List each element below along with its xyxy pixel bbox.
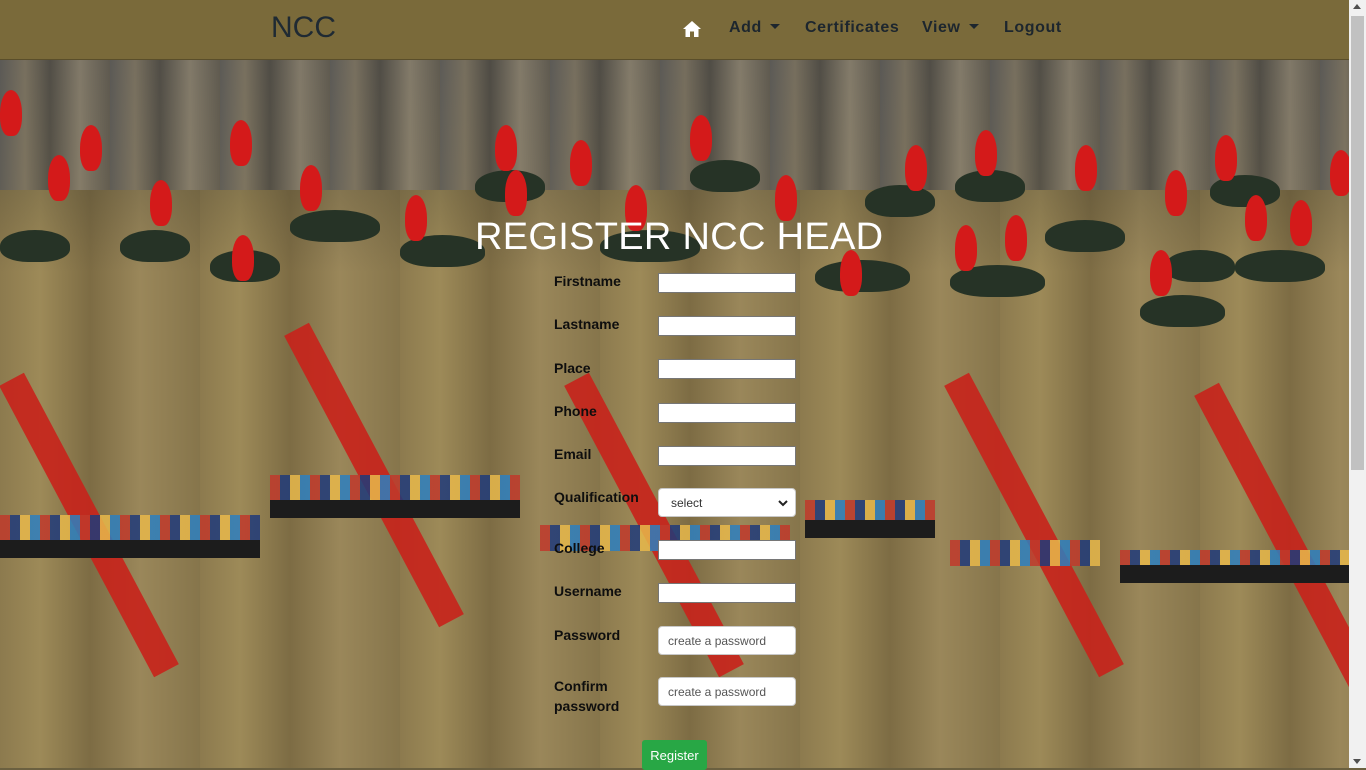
plume bbox=[230, 120, 252, 166]
belt bbox=[270, 475, 520, 501]
beret bbox=[0, 230, 70, 262]
black-belt bbox=[805, 520, 935, 538]
nav-certificates[interactable]: Certificates bbox=[805, 19, 899, 37]
plume bbox=[1150, 250, 1172, 296]
red-sash bbox=[944, 372, 1124, 678]
confirm-password-field[interactable] bbox=[658, 677, 796, 706]
chevron-down-icon bbox=[769, 24, 780, 29]
password-label: Password bbox=[554, 627, 621, 643]
qualification-select[interactable]: select bbox=[658, 488, 796, 517]
email-label: Email bbox=[554, 446, 592, 462]
beret bbox=[1045, 220, 1125, 252]
qualification-label: Qualification bbox=[554, 489, 639, 505]
beret bbox=[815, 260, 910, 292]
firstname-field[interactable] bbox=[658, 273, 796, 293]
plume bbox=[300, 165, 322, 211]
scrollbar-thumb[interactable] bbox=[1351, 16, 1364, 470]
home-icon bbox=[683, 21, 701, 37]
plume bbox=[48, 155, 70, 201]
beret bbox=[1165, 250, 1235, 282]
nav-logout[interactable]: Logout bbox=[1004, 19, 1062, 37]
plume bbox=[80, 125, 102, 171]
scroll-up-icon[interactable] bbox=[1353, 4, 1361, 9]
nav-add-label: Add bbox=[729, 19, 762, 36]
black-belt bbox=[270, 500, 520, 518]
chevron-down-icon bbox=[968, 24, 979, 29]
plume bbox=[975, 130, 997, 176]
plume bbox=[495, 125, 517, 171]
plume bbox=[905, 145, 927, 191]
nav-view-label: View bbox=[922, 19, 961, 36]
lastname-label: Lastname bbox=[554, 316, 620, 332]
beret bbox=[690, 160, 760, 192]
plume bbox=[1290, 200, 1312, 246]
plume bbox=[955, 225, 977, 271]
plume bbox=[150, 180, 172, 226]
red-sash bbox=[1194, 382, 1349, 688]
beret bbox=[865, 185, 935, 217]
beret bbox=[1140, 295, 1225, 327]
plume bbox=[1245, 195, 1267, 241]
top-navbar: NCC Add Certificates View Logout bbox=[0, 0, 1349, 60]
nav-view-dropdown[interactable]: View bbox=[922, 19, 979, 37]
phone-field[interactable] bbox=[658, 403, 796, 423]
plume bbox=[570, 140, 592, 186]
page-title: REGISTER NCC HEAD bbox=[475, 216, 884, 258]
qualification-selected-value: select bbox=[671, 496, 703, 510]
username-label: Username bbox=[554, 583, 622, 599]
email-field[interactable] bbox=[658, 446, 796, 466]
page-scrollbar[interactable] bbox=[1349, 0, 1366, 768]
belt bbox=[0, 515, 260, 541]
nav-add-dropdown[interactable]: Add bbox=[729, 19, 780, 37]
plume bbox=[232, 235, 254, 281]
register-button[interactable]: Register bbox=[642, 740, 707, 770]
confirm-password-label-line1: Confirm bbox=[554, 678, 608, 694]
beret bbox=[120, 230, 190, 262]
plume bbox=[1165, 170, 1187, 216]
phone-label: Phone bbox=[554, 403, 597, 419]
chevron-down-icon bbox=[778, 500, 788, 507]
plume bbox=[0, 90, 22, 136]
plume bbox=[1330, 150, 1349, 196]
confirm-password-label-line2: password bbox=[554, 698, 620, 714]
scroll-down-icon[interactable] bbox=[1353, 759, 1361, 764]
beret bbox=[290, 210, 380, 242]
college-label: College bbox=[554, 540, 605, 556]
plume bbox=[690, 115, 712, 161]
lastname-field[interactable] bbox=[658, 316, 796, 336]
place-field[interactable] bbox=[658, 359, 796, 379]
college-field[interactable] bbox=[658, 540, 796, 560]
firstname-label: Firstname bbox=[554, 273, 621, 289]
plume bbox=[1075, 145, 1097, 191]
username-field[interactable] bbox=[658, 583, 796, 603]
brand-logo[interactable]: NCC bbox=[271, 11, 336, 45]
plume bbox=[505, 170, 527, 216]
plume bbox=[775, 175, 797, 221]
plume bbox=[1215, 135, 1237, 181]
black-belt bbox=[0, 540, 260, 558]
belt bbox=[950, 540, 1100, 566]
plume bbox=[1005, 215, 1027, 261]
crowd-backdrop bbox=[0, 60, 1349, 190]
plume bbox=[405, 195, 427, 241]
password-field[interactable] bbox=[658, 626, 796, 655]
black-belt bbox=[1120, 565, 1349, 583]
confirm-password-label: Confirm password bbox=[554, 676, 619, 716]
place-label: Place bbox=[554, 360, 591, 376]
beret bbox=[1235, 250, 1325, 282]
